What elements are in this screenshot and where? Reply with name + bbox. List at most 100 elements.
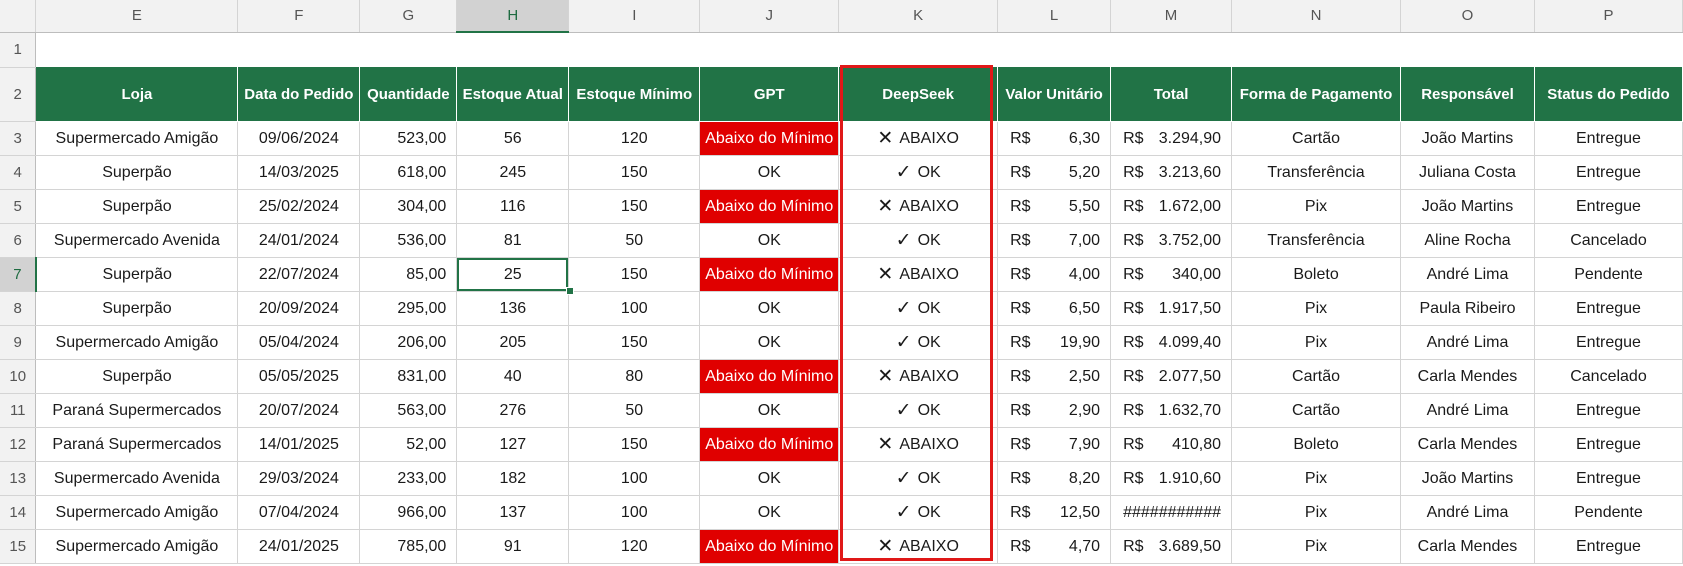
cell-responsavel[interactable]: André Lima: [1400, 393, 1535, 428]
row-number[interactable]: 8: [0, 291, 37, 326]
cell-gpt[interactable]: OK: [699, 291, 840, 326]
cell-status-do-pedido[interactable]: Entregue: [1534, 121, 1683, 156]
cell-forma-de-pagamento[interactable]: Pix: [1231, 325, 1402, 360]
cell-valor-unitario[interactable]: R$ 4,70: [997, 529, 1112, 564]
cell-deepseek[interactable]: ✕ ABAIXO: [838, 427, 999, 462]
cell-estoque-atual[interactable]: 40: [456, 359, 570, 394]
cell-deepseek[interactable]: ✓ OK: [838, 393, 999, 428]
cell-estoque-atual[interactable]: 205: [456, 325, 570, 360]
cell-estoque-atual[interactable]: 182: [456, 461, 570, 496]
cell-estoque-atual[interactable]: 56: [456, 121, 570, 156]
header-deepseek[interactable]: DeepSeek: [838, 67, 999, 122]
cell-deepseek[interactable]: ✕ ABAIXO: [838, 121, 999, 156]
cell-status-do-pedido[interactable]: Entregue: [1534, 325, 1683, 360]
cell-quantidade[interactable]: 295,00: [359, 291, 458, 326]
cell-loja[interactable]: Supermercado Amigão: [35, 529, 239, 564]
cell-responsavel[interactable]: André Lima: [1400, 495, 1535, 530]
cell-estoque-atual[interactable]: 245: [456, 155, 570, 190]
cell-forma-de-pagamento[interactable]: Pix: [1231, 189, 1402, 224]
cell-responsavel[interactable]: André Lima: [1400, 325, 1535, 360]
cell-responsavel[interactable]: João Martins: [1400, 461, 1535, 496]
cell-valor-unitario[interactable]: R$ 8,20: [997, 461, 1112, 496]
cell-gpt[interactable]: OK: [699, 325, 840, 360]
cell-forma-de-pagamento[interactable]: Pix: [1231, 461, 1402, 496]
cell-forma-de-pagamento[interactable]: Boleto: [1231, 427, 1402, 462]
cell-gpt[interactable]: OK: [699, 393, 840, 428]
cell-estoque-atual[interactable]: 127: [456, 427, 570, 462]
cell-loja[interactable]: Superpão: [35, 291, 239, 326]
cell-data-do-pedido[interactable]: 20/09/2024: [237, 291, 361, 326]
column-header-l[interactable]: L: [997, 0, 1112, 33]
cell-total[interactable]: R$ 4.099,40: [1110, 325, 1233, 360]
cell-loja[interactable]: Paraná Supermercados: [35, 393, 239, 428]
cell-estoque-atual[interactable]: 136: [456, 291, 570, 326]
cell-loja[interactable]: Superpão: [35, 189, 239, 224]
cell-estoque-minimo[interactable]: 120: [568, 121, 701, 156]
header-status-do-pedido[interactable]: Status do Pedido: [1534, 67, 1683, 122]
cell-estoque-minimo[interactable]: 150: [568, 189, 701, 224]
cell-data-do-pedido[interactable]: 05/05/2025: [237, 359, 361, 394]
cell-forma-de-pagamento[interactable]: Transferência: [1231, 155, 1402, 190]
header-quantidade[interactable]: Quantidade: [359, 67, 458, 122]
row-number[interactable]: 6: [0, 223, 37, 258]
cell-quantidade[interactable]: 233,00: [359, 461, 458, 496]
column-header-e[interactable]: E: [35, 0, 239, 33]
cell-forma-de-pagamento[interactable]: Pix: [1231, 529, 1402, 564]
cell-forma-de-pagamento[interactable]: Pix: [1231, 495, 1402, 530]
cell-estoque-atual[interactable]: 276: [456, 393, 570, 428]
cell-data-do-pedido[interactable]: 24/01/2024: [237, 223, 361, 258]
select-all-corner[interactable]: [0, 0, 37, 33]
cell-status-do-pedido[interactable]: Entregue: [1534, 529, 1683, 564]
cell-responsavel[interactable]: Paula Ribeiro: [1400, 291, 1535, 326]
cell-gpt[interactable]: Abaixo do Mínimo: [699, 529, 840, 564]
cell-loja[interactable]: Supermercado Avenida: [35, 461, 239, 496]
cell-quantidade[interactable]: 563,00: [359, 393, 458, 428]
cell-status-do-pedido[interactable]: Pendente: [1534, 257, 1683, 292]
cell-status-do-pedido[interactable]: Pendente: [1534, 495, 1683, 530]
column-header-g[interactable]: G: [359, 0, 458, 33]
cell-loja[interactable]: Superpão: [35, 359, 239, 394]
cell-status-do-pedido[interactable]: Entregue: [1534, 461, 1683, 496]
cell-responsavel[interactable]: Carla Mendes: [1400, 359, 1535, 394]
column-header-p[interactable]: P: [1534, 0, 1683, 33]
cell-total[interactable]: R$ 340,00: [1110, 257, 1233, 292]
cell-deepseek[interactable]: ✕ ABAIXO: [838, 257, 999, 292]
row-number[interactable]: 7: [0, 257, 37, 292]
cell-loja[interactable]: Supermercado Amigão: [35, 121, 239, 156]
cell-quantidade[interactable]: 523,00: [359, 121, 458, 156]
cell-gpt[interactable]: Abaixo do Mínimo: [699, 257, 840, 292]
header-gpt[interactable]: GPT: [699, 67, 840, 122]
cell-quantidade[interactable]: 304,00: [359, 189, 458, 224]
cell-valor-unitario[interactable]: R$ 5,20: [997, 155, 1112, 190]
cell-valor-unitario[interactable]: R$ 2,50: [997, 359, 1112, 394]
cell-estoque-minimo[interactable]: 150: [568, 155, 701, 190]
cell-status-do-pedido[interactable]: Entregue: [1534, 291, 1683, 326]
cell-loja[interactable]: Paraná Supermercados: [35, 427, 239, 462]
cell-deepseek[interactable]: ✓ OK: [838, 461, 999, 496]
cell-valor-unitario[interactable]: R$ 5,50: [997, 189, 1112, 224]
cell-quantidade[interactable]: 206,00: [359, 325, 458, 360]
cell-total[interactable]: R$ 1.917,50: [1110, 291, 1233, 326]
cell-quantidade[interactable]: 618,00: [359, 155, 458, 190]
cell-total[interactable]: R$ 410,80: [1110, 427, 1233, 462]
cell-estoque-minimo[interactable]: 50: [568, 393, 701, 428]
cell-gpt[interactable]: OK: [699, 495, 840, 530]
cell-status-do-pedido[interactable]: Entregue: [1534, 427, 1683, 462]
cell-data-do-pedido[interactable]: 07/04/2024: [237, 495, 361, 530]
header-responsavel[interactable]: Responsável: [1400, 67, 1535, 122]
cell-estoque-atual[interactable]: 137: [456, 495, 570, 530]
cell-responsavel[interactable]: André Lima: [1400, 257, 1535, 292]
column-header-f[interactable]: F: [237, 0, 361, 33]
row-number[interactable]: 9: [0, 325, 37, 360]
header-estoque-atual[interactable]: Estoque Atual: [456, 67, 570, 122]
cell-gpt[interactable]: Abaixo do Mínimo: [699, 427, 840, 462]
cell-deepseek[interactable]: ✓ OK: [838, 291, 999, 326]
row-number[interactable]: 5: [0, 189, 37, 224]
empty-cell[interactable]: [35, 32, 1683, 67]
cell-total[interactable]: R$ 2.077,50: [1110, 359, 1233, 394]
cell-responsavel[interactable]: Carla Mendes: [1400, 529, 1535, 564]
row-number[interactable]: 11: [0, 393, 37, 428]
column-header-n[interactable]: N: [1231, 0, 1402, 33]
cell-loja[interactable]: Supermercado Amigão: [35, 495, 239, 530]
cell-estoque-atual[interactable]: 116: [456, 189, 570, 224]
